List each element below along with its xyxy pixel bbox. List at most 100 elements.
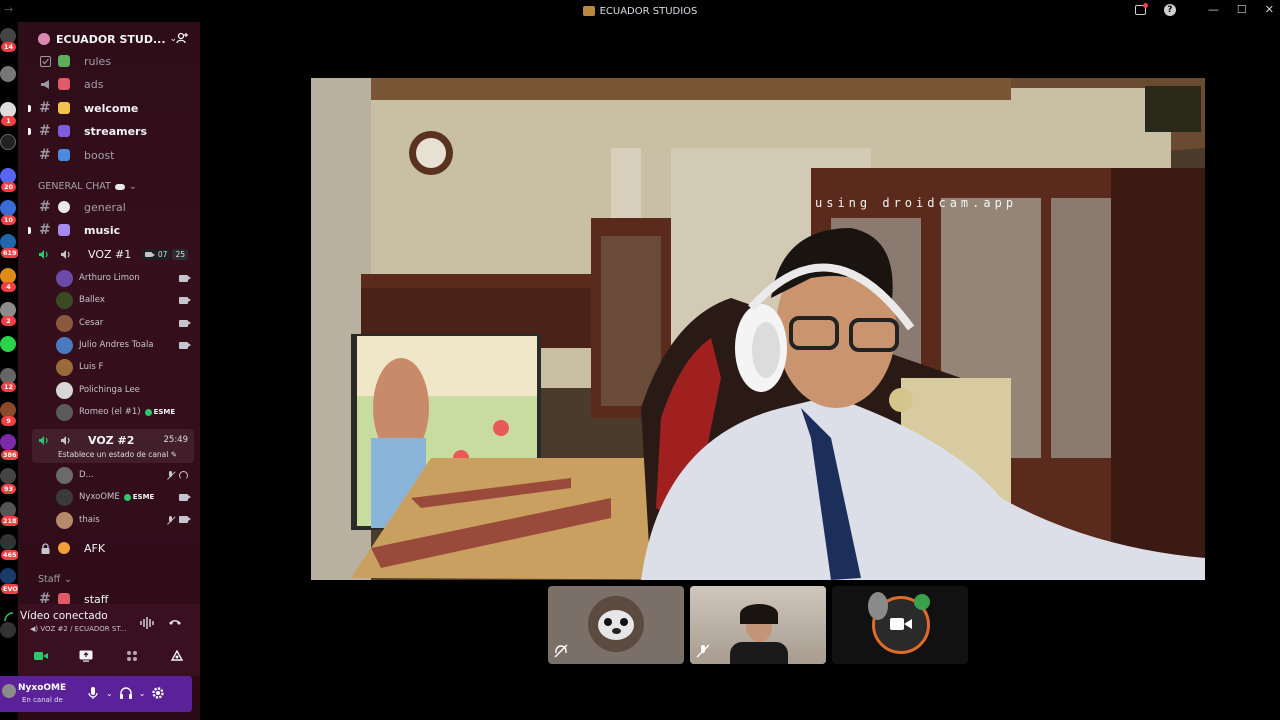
camera-icon [179,319,191,327]
server-badge: 2 [1,316,16,326]
camera-icon [144,251,155,257]
voice-user[interactable]: Polichinga Lee [56,379,200,401]
category-general-chat[interactable]: GENERAL CHAT ⌄ [38,181,137,192]
connection-location[interactable]: ◀) VOZ #2 / ECUADOR ST... [30,625,126,633]
hash-icon: # [39,100,51,116]
avatar [56,466,73,484]
chevron-down-icon: ⌄ [128,181,137,192]
category-staff[interactable]: Staff ⌄ [38,574,72,585]
voice-user[interactable]: Julio Andres Toala [56,334,200,356]
voice-user-name: Ballex [79,295,105,305]
server-icon[interactable] [0,468,16,484]
role-tag: ESME [144,408,175,416]
activities-button[interactable] [125,650,139,662]
close-button[interactable]: ✕ [1265,3,1274,16]
screen-share-button[interactable] [79,650,93,662]
voice-user-name: Arthuro Limon [79,273,140,283]
chevron-down-icon[interactable]: ⌄ [139,689,146,698]
voice-channel-voz2[interactable]: VOZ #2 25:49 [32,429,200,451]
camera-icon [890,618,912,630]
participant-tile[interactable] [832,586,968,664]
voice-user[interactable]: NyxoOME ESME [56,486,200,508]
maximize-button[interactable]: ☐ [1237,3,1247,16]
hash-icon: # [39,147,51,163]
chevron-down-icon[interactable]: ⌄ [106,689,113,698]
voice-user[interactable]: Cesar [56,312,200,334]
voice-user[interactable]: Arthuro Limon [56,267,200,289]
server-icon[interactable] [0,66,16,82]
headphones-icon[interactable] [119,686,133,700]
role-tag: ESME [123,493,154,501]
server-badge: 10 [1,215,16,225]
channel-status-prompt[interactable]: Establece un estado de canal ✎ [58,450,177,459]
speaker-icon [61,249,70,259]
disconnect-icon[interactable] [168,617,182,627]
controller-emoji-icon [58,125,70,137]
server-badge: 9 [1,416,16,426]
category-label: Staff [38,574,61,585]
gear-icon[interactable] [151,686,165,700]
voice-user[interactable]: Luis F [56,356,200,378]
voice-channel-afk[interactable]: AFK [18,537,200,559]
channel-ads[interactable]: ads [18,73,200,95]
server-icon [582,6,595,16]
user-limit-badge: 25 [172,248,188,260]
inbox-icon[interactable] [1134,2,1148,15]
deafened-icon [179,470,188,480]
voice-channel-voz1[interactable]: VOZ #1 07 25 [32,243,200,265]
avatar [56,269,73,287]
server-icon[interactable] [0,568,16,584]
help-icon[interactable]: ? [1163,3,1176,16]
channel-rules[interactable]: rules [18,50,200,72]
channel-music[interactable]: # music [18,219,200,241]
back-arrow-icon[interactable]: → [4,3,13,16]
speaker-icon: ◀) [30,625,39,633]
window-controls: ? — ☐ ✕ [1134,2,1274,16]
server-icon[interactable] [0,622,16,638]
server-badge: EVO [1,584,18,594]
participant-tile[interactable] [690,586,826,664]
server-icon[interactable] [0,336,16,352]
channel-welcome[interactable]: # welcome [18,97,200,119]
voice-connection-panel: Vídeo conectado ◀) VOZ #2 / ECUADOR ST..… [4,604,200,676]
add-member-icon[interactable] [176,32,188,44]
voice-user-name: Romeo (el #1) [79,407,141,417]
soundboard-button[interactable] [170,650,184,662]
window-title-text: ECUADOR STUDIOS [599,5,698,17]
channel-boost[interactable]: # boost [18,144,200,166]
camera-toggle-button[interactable] [33,650,48,662]
guild-name: ECUADOR STUD... [56,32,166,46]
server-icon[interactable] [0,134,16,150]
minimize-button[interactable]: — [1208,3,1219,16]
channel-streamers[interactable]: # streamers [18,120,200,142]
voice-channel-name: VOZ #2 [88,433,135,447]
video-frame [311,78,1205,580]
voice-user[interactable]: D... [56,464,200,486]
microphone-icon[interactable] [86,686,100,700]
music-emoji-icon [58,224,70,236]
category-label: GENERAL CHAT [38,181,111,192]
server-icon[interactable] [0,534,16,550]
username[interactable]: NyxoOME [18,683,66,693]
avatar [56,403,73,421]
channel-name: rules [84,54,112,68]
participant-avatar [588,596,644,652]
speaker-active-icon [39,249,48,259]
main-video-feed[interactable]: using droidcam.app [311,78,1205,580]
camera-icon [179,515,191,523]
channel-general[interactable]: # general [18,196,200,218]
wave-emoji-icon [58,102,70,114]
server-icon[interactable] [0,434,16,450]
channel-name: music [84,223,121,237]
user-avatar[interactable] [2,684,16,698]
avatar [56,511,73,529]
participant-tile[interactable] [548,586,684,664]
muted-icon [166,470,175,480]
channel-name: AFK [84,541,106,555]
voice-user[interactable]: thais [56,509,200,531]
server-icon[interactable] [0,200,16,216]
speech-emoji-icon [58,201,70,213]
noise-suppression-icon[interactable] [140,617,154,629]
voice-user[interactable]: Ballex [56,289,200,311]
voice-user[interactable]: Romeo (el #1) ESME [56,401,200,423]
